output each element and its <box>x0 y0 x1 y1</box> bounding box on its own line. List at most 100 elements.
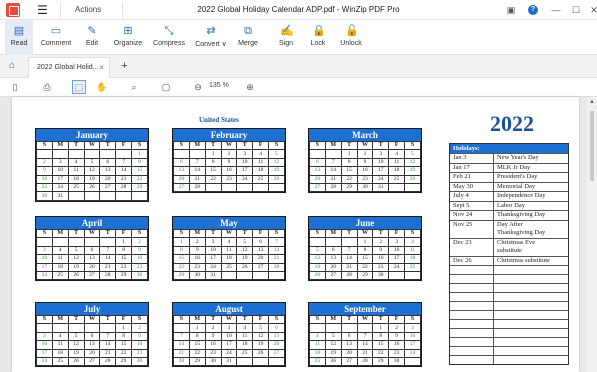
holiday-date <box>450 302 494 310</box>
day-cell: 23 <box>188 262 206 272</box>
day-cell <box>324 149 342 159</box>
day-cell: 11 <box>236 331 254 342</box>
page-icon[interactable]: ▢ <box>160 81 172 93</box>
day-cell: 20 <box>268 340 285 350</box>
compress-button[interactable]: ⤡ Compress <box>150 20 188 55</box>
day-cell: 20 <box>340 348 358 358</box>
zoom-in-icon[interactable]: ⊕ <box>244 81 256 93</box>
day-cell: 7 <box>115 157 133 168</box>
book-icon: ▤ <box>13 25 25 37</box>
month-name: June <box>309 217 421 229</box>
scroll-thumb[interactable] <box>590 111 594 181</box>
day-cell: 8 <box>188 331 206 342</box>
holiday-row <box>450 310 568 319</box>
holiday-date: Nov 25 <box>450 220 494 238</box>
day-cell: 17 <box>220 340 238 350</box>
organize-icon: ⊞ <box>123 25 133 37</box>
day-cell: 6 <box>309 157 326 168</box>
day-cell: 15 <box>340 166 358 176</box>
day-cell: 12 <box>67 340 85 350</box>
day-cell <box>356 323 374 333</box>
day-header: W <box>83 140 101 151</box>
holiday-name: Thanksgiving Day <box>497 211 546 218</box>
day-cell: 10 <box>36 254 53 264</box>
edit-button[interactable]: ✎ Edit <box>79 20 105 55</box>
day-header: T <box>372 140 390 151</box>
convert-button[interactable]: ⇄ Convert ∨ <box>192 20 230 55</box>
day-cell: 7 <box>268 237 285 247</box>
day-cell: 24 <box>36 270 53 281</box>
organize-button[interactable]: ⊞ Organize <box>110 20 146 55</box>
day-cell: 26 <box>404 174 421 184</box>
zoom-level[interactable]: 135 % <box>209 82 229 89</box>
comment-button[interactable]: ▭ Comment <box>38 20 74 55</box>
day-cell: 14 <box>99 254 117 264</box>
vertical-scrollbar[interactable]: ▲ <box>587 97 597 372</box>
day-cell: 11 <box>309 340 326 350</box>
minimize-icon[interactable]: — <box>551 5 561 15</box>
day-cell: 29 <box>115 270 133 281</box>
day-cell <box>309 149 326 159</box>
month-calendar: September S M T W T F S 1 2 3 4 5 6 7 8 9 10 11 12 13 14 15 16 1… <box>308 302 422 368</box>
day-cell: 24 <box>204 262 222 272</box>
day-header: M <box>51 314 69 325</box>
home-icon[interactable]: ⌂ <box>9 60 15 71</box>
year-heading: 2022 <box>490 111 534 136</box>
day-cell <box>67 323 85 333</box>
day-cell: 26 <box>67 356 85 367</box>
panel-icon[interactable]: ▣ <box>506 5 516 15</box>
day-cell: 24 <box>36 356 53 367</box>
day-cell: 2 <box>36 157 53 168</box>
day-cell: 22 <box>356 262 374 272</box>
print-icon[interactable]: ⎙ <box>41 81 53 93</box>
day-cell: 22 <box>131 174 148 184</box>
month-calendar: April S M T W T F S 1 2 3 4 5 6 7 8 9 10 11 12 13 14 15 16 17 18 1… <box>35 216 149 282</box>
read-button[interactable]: ▤ Read <box>5 20 33 55</box>
ribbon-toolbar: ▤ Read ▭ Comment ✎ Edit ⊞ Organize ⤡ Compress… <box>0 20 597 55</box>
search-icon[interactable]: ⌕ <box>128 81 140 93</box>
day-cell: 28 <box>99 270 117 281</box>
day-cell: 18 <box>236 340 254 350</box>
holiday-date <box>450 356 494 364</box>
day-cell: 19 <box>268 166 285 176</box>
day-cell: 30 <box>131 356 148 367</box>
day-cell: 7 <box>356 331 374 342</box>
close-icon[interactable]: ✕ <box>589 5 597 15</box>
day-cell: 23 <box>36 182 53 193</box>
day-header: T <box>372 314 390 325</box>
day-header: W <box>356 228 374 239</box>
day-header: S <box>173 314 190 325</box>
maximize-icon[interactable]: ☐ <box>571 5 581 15</box>
merge-button[interactable]: ⧉ Merge <box>234 20 262 55</box>
tab-document[interactable]: 2022 Global Holid... × <box>28 57 110 78</box>
day-cell: 21 <box>173 348 190 358</box>
tab-close-icon[interactable]: × <box>99 63 104 72</box>
day-header: S <box>404 140 421 151</box>
holiday-row: Sept 5 Labor Day <box>450 200 568 210</box>
holiday-row <box>450 337 568 346</box>
day-cell: 6 <box>268 323 285 333</box>
lock-button[interactable]: 🔒 Lock <box>306 20 330 55</box>
day-cell: 4 <box>404 237 421 247</box>
day-cell: 5 <box>236 237 254 247</box>
day-cell: 19 <box>404 166 421 176</box>
day-cell: 23 <box>131 262 148 272</box>
scroll-up-icon[interactable]: ▲ <box>589 99 595 105</box>
help-icon[interactable]: ? <box>528 5 538 15</box>
holiday-date: Nov 24 <box>450 211 494 220</box>
day-header: F <box>252 228 270 239</box>
select-tool-icon[interactable]: ⬚ <box>72 80 86 94</box>
sidebar-toggle-icon[interactable]: ▯ <box>9 81 21 93</box>
day-cell: 25 <box>51 356 69 367</box>
day-cell: 20 <box>324 262 342 272</box>
day-cell: 17 <box>36 348 53 358</box>
zoom-out-icon[interactable]: ⊖ <box>192 81 204 93</box>
unlock-button[interactable]: 🔓 Unlock <box>337 20 365 55</box>
hand-tool-icon[interactable]: ✋ <box>96 81 108 93</box>
day-cell: 4 <box>252 149 270 159</box>
day-header: T <box>99 314 117 325</box>
new-tab-button[interactable]: + <box>118 60 131 73</box>
holiday-date: Dec 26 <box>450 256 494 265</box>
day-header: S <box>131 228 148 239</box>
sign-button[interactable]: ✍ Sign <box>275 20 297 55</box>
